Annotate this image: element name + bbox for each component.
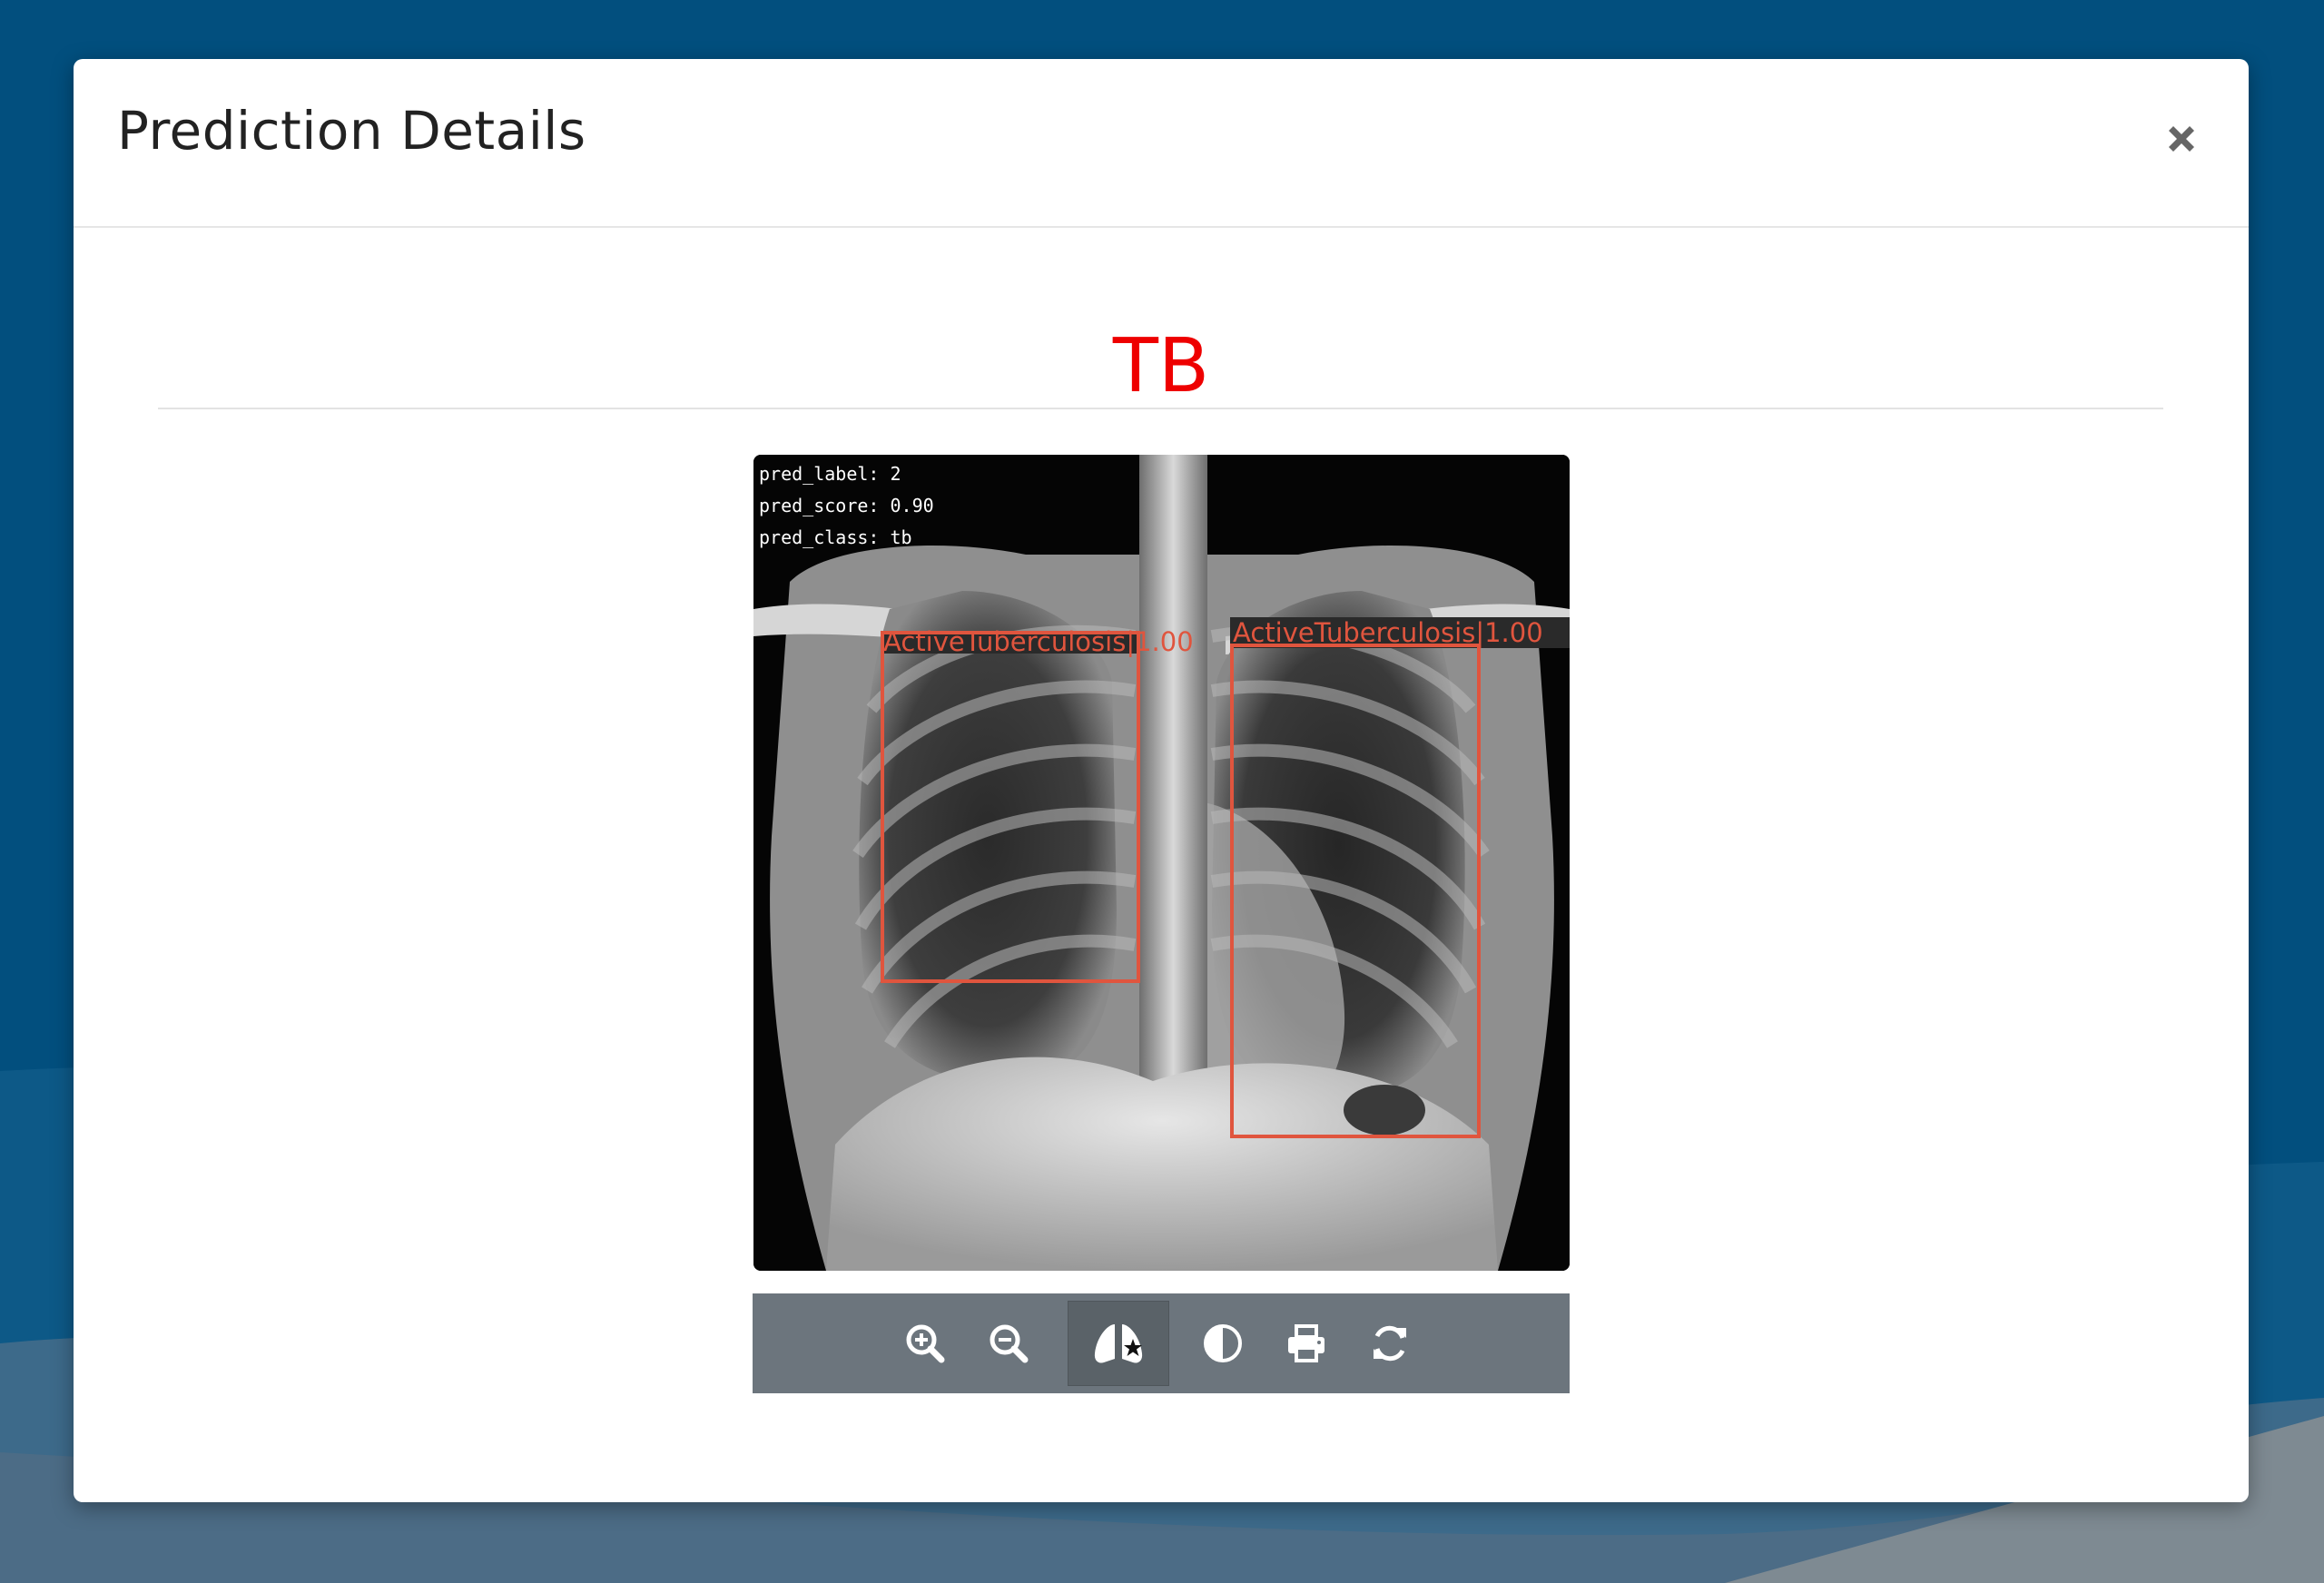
zoom-in-button[interactable]	[883, 1301, 967, 1386]
overlay-pred-class: pred_class: tb	[759, 526, 912, 548]
refresh-button[interactable]	[1348, 1301, 1432, 1386]
overlay-pred-score: pred_score: 0.90	[759, 495, 934, 516]
zoom-out-button[interactable]	[967, 1301, 1050, 1386]
image-toolbar	[753, 1293, 1570, 1393]
lung-detection-button[interactable]	[1068, 1301, 1169, 1386]
modal-title: Prediction Details	[117, 100, 586, 162]
close-icon	[2169, 126, 2194, 152]
overlay-pred-label: pred_label: 2	[759, 463, 901, 485]
xray-canvas: pred_label: 2 pred_score: 0.90 pred_clas…	[753, 455, 1570, 1271]
contrast-button[interactable]	[1181, 1301, 1265, 1386]
lungs-icon	[1094, 1324, 1143, 1363]
zoom-out-icon	[990, 1324, 1029, 1363]
modal-header: Prediction Details	[74, 59, 2249, 228]
prediction-details-modal: Prediction Details TB pred_label: 2 pred…	[74, 59, 2249, 1502]
print-button[interactable]	[1265, 1301, 1348, 1386]
detection-label-left: ActiveTuberculosis|1.00	[883, 626, 1194, 657]
zoom-in-icon	[906, 1324, 945, 1363]
print-icon	[1288, 1324, 1324, 1362]
refresh-icon	[1374, 1325, 1406, 1362]
close-button[interactable]	[2154, 112, 2209, 166]
divider	[158, 408, 2163, 409]
prediction-result-label: TB	[1112, 323, 1210, 409]
contrast-icon	[1204, 1324, 1242, 1362]
detection-label-right: ActiveTuberculosis|1.00	[1233, 617, 1543, 648]
chest-xray-image: pred_label: 2 pred_score: 0.90 pred_clas…	[753, 455, 1570, 1271]
